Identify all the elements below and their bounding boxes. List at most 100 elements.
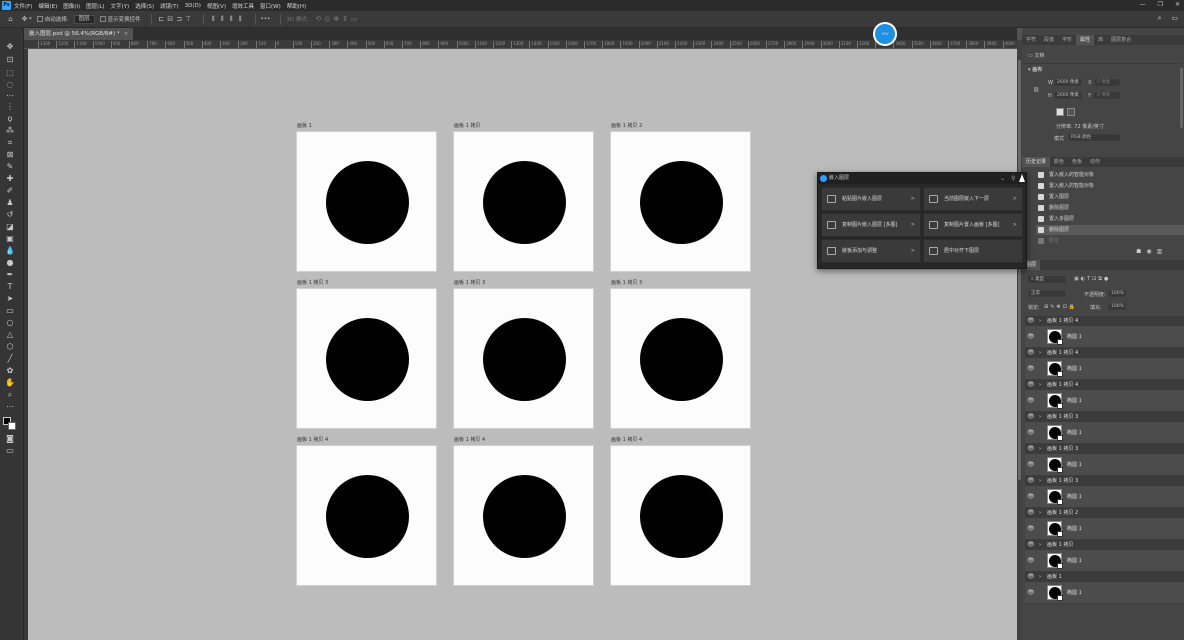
lasso-tool-icon[interactable]: ϙ <box>5 114 15 124</box>
type-tool-icon[interactable]: T <box>5 282 15 292</box>
menu-file[interactable]: 文件(F) <box>14 2 32 10</box>
quick-mask-icon[interactable]: ◙ <box>5 434 15 444</box>
artboard-label[interactable]: 画板 1 拷贝 2 <box>611 122 642 129</box>
healing-brush-icon[interactable]: ✚ <box>5 174 15 184</box>
gradient-tool-icon[interactable]: ▣ <box>5 234 15 244</box>
chevron-right-icon[interactable]: › <box>1039 348 1041 358</box>
tab-layer-comps[interactable]: 图层复合 <box>1107 35 1135 45</box>
minimize-icon[interactable]: — <box>1140 1 1146 8</box>
tab-glyphs[interactable]: 字形 <box>1058 35 1076 45</box>
pixel-filter-icon[interactable]: ▣ <box>1074 276 1081 282</box>
chevron-right-icon[interactable]: › <box>1039 412 1041 422</box>
distribute-right-icon[interactable]: ⫴ <box>227 15 236 24</box>
menu-filter[interactable]: 滤镜(T) <box>160 2 179 10</box>
align-top-icon[interactable]: ⊤ <box>184 15 193 24</box>
menu-edit[interactable]: 编辑(E) <box>38 2 57 10</box>
dodge-tool-icon[interactable]: ● <box>5 258 15 268</box>
ellipse-shape[interactable] <box>326 161 409 244</box>
eyedropper-icon[interactable]: ✎ <box>5 162 15 172</box>
history-step-selected[interactable]: 删除图层 <box>1036 225 1184 235</box>
chevron-right-icon[interactable]: › <box>1039 572 1041 582</box>
layer-row[interactable]: 👁 椭圆 1 <box>1025 358 1184 380</box>
tab-character[interactable]: 字符 <box>1022 35 1040 45</box>
eye-icon[interactable]: 👁 <box>1027 510 1035 516</box>
crop-tool-icon[interactable]: ⌗ <box>5 138 15 148</box>
eye-icon[interactable]: 👁 <box>1027 318 1035 324</box>
tab-actions[interactable]: 动作 <box>1086 157 1104 167</box>
panel-add-adjust-button[interactable]: 嵌板添加与调整 > <box>821 239 921 263</box>
recording-badge-icon[interactable]: 〰 <box>873 22 897 46</box>
layer-group-row[interactable]: 👁 › 画板 1 拷贝 3 <box>1025 444 1184 454</box>
artboard[interactable] <box>296 288 437 429</box>
tab-libraries[interactable]: 库 <box>1094 35 1107 45</box>
document-tab[interactable]: 嵌入图层.psd @ 56.4%(RGB/8#) * × <box>24 28 134 40</box>
search-icon[interactable]: ⌕ <box>1157 14 1161 23</box>
rectangle-tool-icon[interactable]: ▭ <box>5 306 15 316</box>
polygon-tool-icon[interactable]: ⬡ <box>5 342 15 352</box>
layer-group-row[interactable]: 👁 › 画板 1 拷贝 2 <box>1025 508 1184 518</box>
menu-help[interactable]: 帮助(H) <box>287 2 306 10</box>
show-transform-checkbox[interactable] <box>99 16 106 22</box>
layer-group-row[interactable]: 👁 › 画板 1 拷贝 3 <box>1025 476 1184 486</box>
new-doc-icon[interactable]: ☗ <box>1136 248 1146 255</box>
history-step[interactable]: 置入嵌入的智能对象 <box>1036 181 1184 191</box>
layer-row[interactable]: 👁 椭圆 1 <box>1025 550 1184 572</box>
ellipse-shape[interactable] <box>483 475 566 558</box>
triangle-tool-icon[interactable]: △ <box>5 330 15 340</box>
blur-tool-icon[interactable]: 💧 <box>5 246 15 256</box>
layer-row[interactable]: 👁 椭圆 1 <box>1025 390 1184 412</box>
eye-icon[interactable]: 👁 <box>1027 366 1035 372</box>
chevron-right-icon[interactable]: › <box>1039 316 1041 326</box>
artboard[interactable] <box>453 131 594 272</box>
layer-group-row[interactable]: 👁 › 画板 1 拷贝 4 <box>1025 316 1184 326</box>
ellipse-shape[interactable] <box>326 475 409 558</box>
menu-layer[interactable]: 图层(L) <box>86 2 104 10</box>
layer-group-row[interactable]: 👁 › 画板 1 <box>1025 572 1184 582</box>
copy-image-embed-multi-button[interactable]: 复制图片嵌入图层 [多图] > <box>821 213 921 237</box>
eye-icon[interactable]: 👁 <box>1027 526 1035 532</box>
close-tab-icon[interactable]: × <box>124 31 129 37</box>
center-align-lower-layer-button[interactable]: 居中对齐下图层 <box>923 239 1023 263</box>
brush-tool-icon[interactable]: ✐ <box>5 186 15 196</box>
distribute-h-icon[interactable]: ⫴ <box>236 15 245 24</box>
eye-icon[interactable]: 👁 <box>1027 446 1035 452</box>
color-swatches-icon[interactable] <box>3 417 17 431</box>
3d-camera-icon[interactable]: ▭ <box>350 15 359 24</box>
eye-icon[interactable]: 👁 <box>1027 478 1035 484</box>
y-field[interactable]: 0 像素 <box>1094 92 1120 99</box>
workspace-icon[interactable]: ▭ <box>1171 14 1178 23</box>
stamp-tool-icon[interactable]: ♟ <box>5 198 15 208</box>
history-brush-icon[interactable]: ↺ <box>5 210 15 220</box>
marquee-tool-icon[interactable]: ⬚ <box>5 68 15 78</box>
menu-3d[interactable]: 3D(D) <box>185 3 201 9</box>
eye-icon[interactable]: 👁 <box>1027 430 1035 436</box>
copy-image-place-artboard-button[interactable]: 复制图片置入画板 [多图] > <box>923 213 1023 237</box>
chevron-right-icon[interactable]: › <box>1039 444 1041 454</box>
more-tools-icon[interactable]: ⋯ <box>5 91 15 101</box>
maximize-icon[interactable]: ❐ <box>1158 1 1163 8</box>
eye-icon[interactable]: 👁 <box>1027 558 1035 564</box>
history-step[interactable]: 置入嵌入的智能对象 <box>1036 170 1184 180</box>
pin-icon[interactable]: ⚲ <box>1011 173 1015 184</box>
auto-select-checkbox[interactable] <box>36 16 43 22</box>
home-icon[interactable]: ⌂ <box>6 15 15 24</box>
artboard[interactable] <box>453 445 594 586</box>
height-field[interactable]: 2600 像素 <box>1054 92 1082 99</box>
filter-toggle-icon[interactable]: ● <box>1104 276 1110 282</box>
history-step[interactable]: 置入多图层 <box>1036 214 1184 224</box>
eye-icon[interactable]: 👁 <box>1027 574 1035 580</box>
line-tool-icon[interactable]: ╱ <box>5 354 15 364</box>
menu-window[interactable]: 窗口(W) <box>260 2 281 10</box>
menu-image[interactable]: 图像(I) <box>63 2 80 10</box>
chevron-right-icon[interactable]: › <box>1039 476 1041 486</box>
embed-to-next-layer-button[interactable]: 当前图层嵌入下一层 > <box>923 187 1023 211</box>
opacity-field[interactable]: 100% <box>1108 290 1126 297</box>
paste-image-embed-button[interactable]: 粘贴图片嵌入图层 > <box>821 187 921 211</box>
magic-wand-icon[interactable]: ⁂ <box>5 126 15 136</box>
eye-icon[interactable]: 👁 <box>1027 334 1035 340</box>
ellipse-shape[interactable] <box>483 161 566 244</box>
width-field[interactable]: 2600 像素 <box>1054 79 1082 86</box>
layer-row[interactable]: 👁 椭圆 1 <box>1025 422 1184 444</box>
tab-color[interactable]: 颜色 <box>1050 157 1068 167</box>
artboard-label[interactable]: 画板 1 拷贝 3 <box>454 279 485 286</box>
